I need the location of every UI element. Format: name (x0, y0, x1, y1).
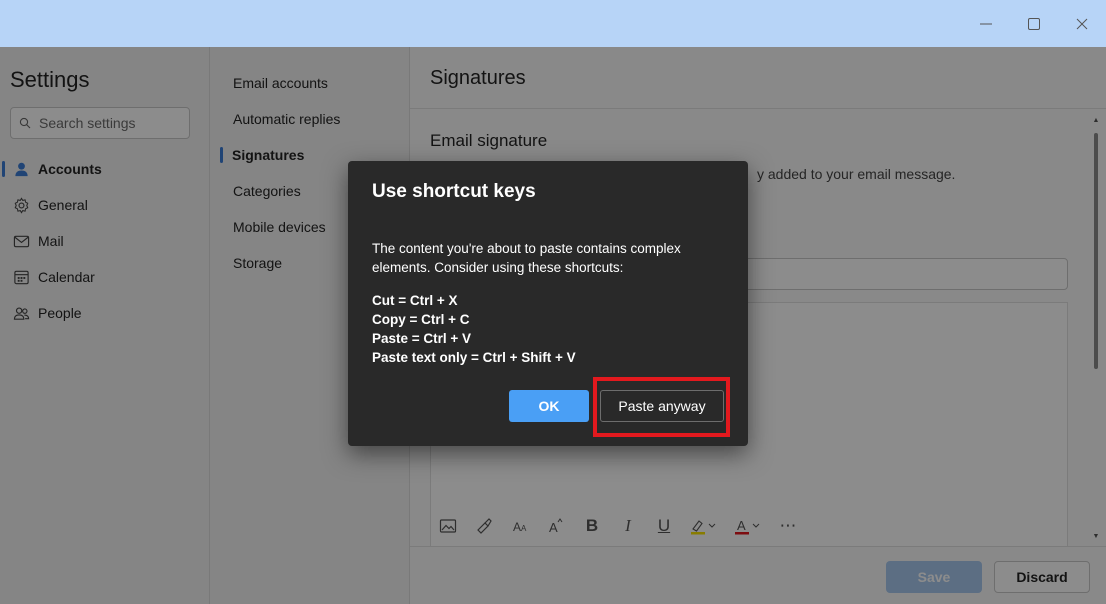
shortcut-paste: Paste = Ctrl + V (372, 331, 472, 346)
dialog-title: Use shortcut keys (372, 181, 536, 202)
shortcut-paste-text-only: Paste text only = Ctrl + Shift + V (372, 350, 576, 365)
maximize-icon (1028, 18, 1040, 30)
maximize-button[interactable] (1020, 10, 1048, 38)
title-bar (0, 0, 1106, 47)
ok-button[interactable]: OK (509, 390, 589, 422)
close-icon (1076, 18, 1088, 30)
minimize-button[interactable] (972, 10, 1000, 38)
dialog-message: The content you're about to paste contai… (372, 241, 681, 275)
close-button[interactable] (1068, 10, 1096, 38)
shortcut-copy: Copy = Ctrl + C (372, 312, 470, 327)
shortcut-cut: Cut = Ctrl + X (372, 293, 458, 308)
highlight-box (593, 377, 730, 437)
shortcut-list: Cut = Ctrl + X Copy = Ctrl + C Paste = C… (372, 291, 576, 367)
minimize-icon (980, 23, 992, 25)
